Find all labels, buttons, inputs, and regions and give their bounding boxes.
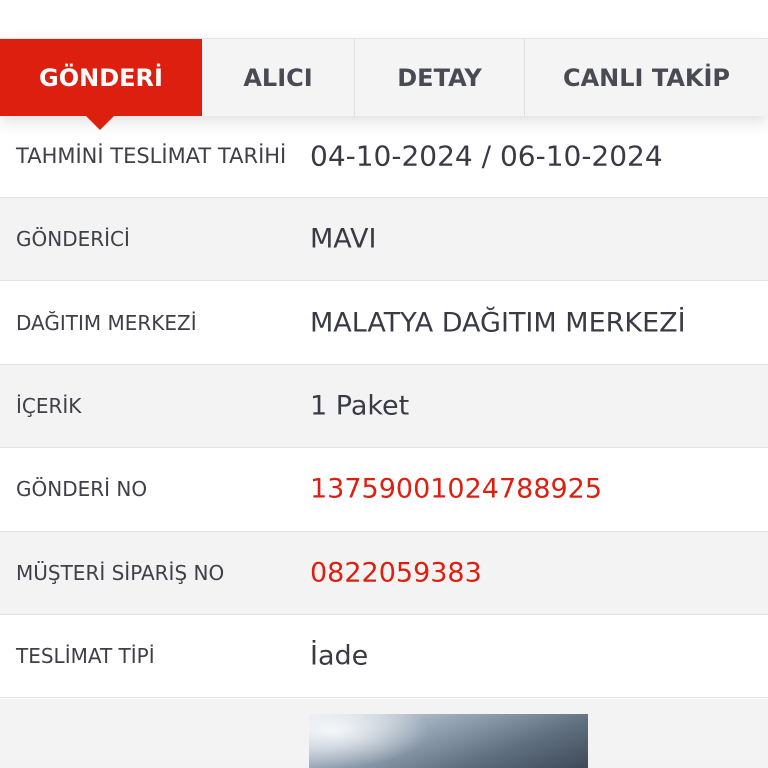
- tab-canli-takip-label: CANLI TAKİP: [562, 63, 731, 92]
- shipment-no-label: GÖNDERİ NO: [16, 477, 148, 502]
- detail-row-shipment-no: GÖNDERİ NO 13759001024788925: [0, 448, 768, 532]
- tab-gonderi[interactable]: GÖNDERİ: [0, 39, 202, 130]
- detail-row-content: İÇERİK 1 Paket: [0, 364, 768, 449]
- shipment-details-list: TAHMİNİ TESLİMAT TARİHİ 04-10-2024 / 06-…: [0, 115, 768, 699]
- customer-order-no-label: MÜŞTERİ SİPARİŞ NO: [16, 560, 225, 585]
- content-label: İÇERİK: [16, 393, 82, 418]
- estimated-delivery-label: TAHMİNİ TESLİMAT TARİHİ: [16, 144, 287, 168]
- delivery-type-value: İade: [310, 640, 369, 672]
- tab-alici-label: ALICI: [243, 63, 313, 92]
- tab-canli-takip[interactable]: CANLI TAKİP: [525, 39, 768, 116]
- tab-alici[interactable]: ALICI: [202, 39, 355, 116]
- delivery-photo[interactable]: [309, 714, 588, 768]
- shipment-no-value[interactable]: 13759001024788925: [310, 474, 602, 505]
- detail-row-estimated-delivery: TAHMİNİ TESLİMAT TARİHİ 04-10-2024 / 06-…: [0, 115, 768, 198]
- distribution-center-value: MALATYA DAĞITIM MERKEZİ: [310, 307, 686, 339]
- top-bar: [0, 0, 768, 38]
- tab-gonderi-label: GÖNDERİ: [39, 63, 163, 92]
- content-value: 1 Paket: [310, 390, 410, 422]
- tab-bar: GÖNDERİ ALICI DETAY CANLI TAKİP: [0, 38, 768, 130]
- estimated-delivery-value: 04-10-2024 / 06-10-2024: [310, 139, 663, 173]
- customer-order-no-value[interactable]: 0822059383: [310, 557, 482, 588]
- detail-row-photo: [0, 699, 768, 768]
- detail-row-delivery-type: TESLİMAT TİPİ İade: [0, 615, 768, 699]
- delivery-type-label: TESLİMAT TİPİ: [16, 644, 155, 669]
- detail-row-distribution-center: DAĞITIM MERKEZİ MALATYA DAĞITIM MERKEZİ: [0, 281, 768, 365]
- sender-value: MAVI: [310, 223, 377, 255]
- tab-detay-label: DETAY: [397, 63, 482, 92]
- tab-detay[interactable]: DETAY: [355, 39, 525, 116]
- active-tab-indicator: [86, 116, 114, 130]
- detail-row-customer-order-no: MÜŞTERİ SİPARİŞ NO 0822059383: [0, 531, 768, 615]
- detail-row-sender: GÖNDERİCİ MAVI: [0, 198, 768, 282]
- sender-label: GÖNDERİCİ: [16, 227, 130, 252]
- distribution-center-label: DAĞITIM MERKEZİ: [16, 310, 197, 335]
